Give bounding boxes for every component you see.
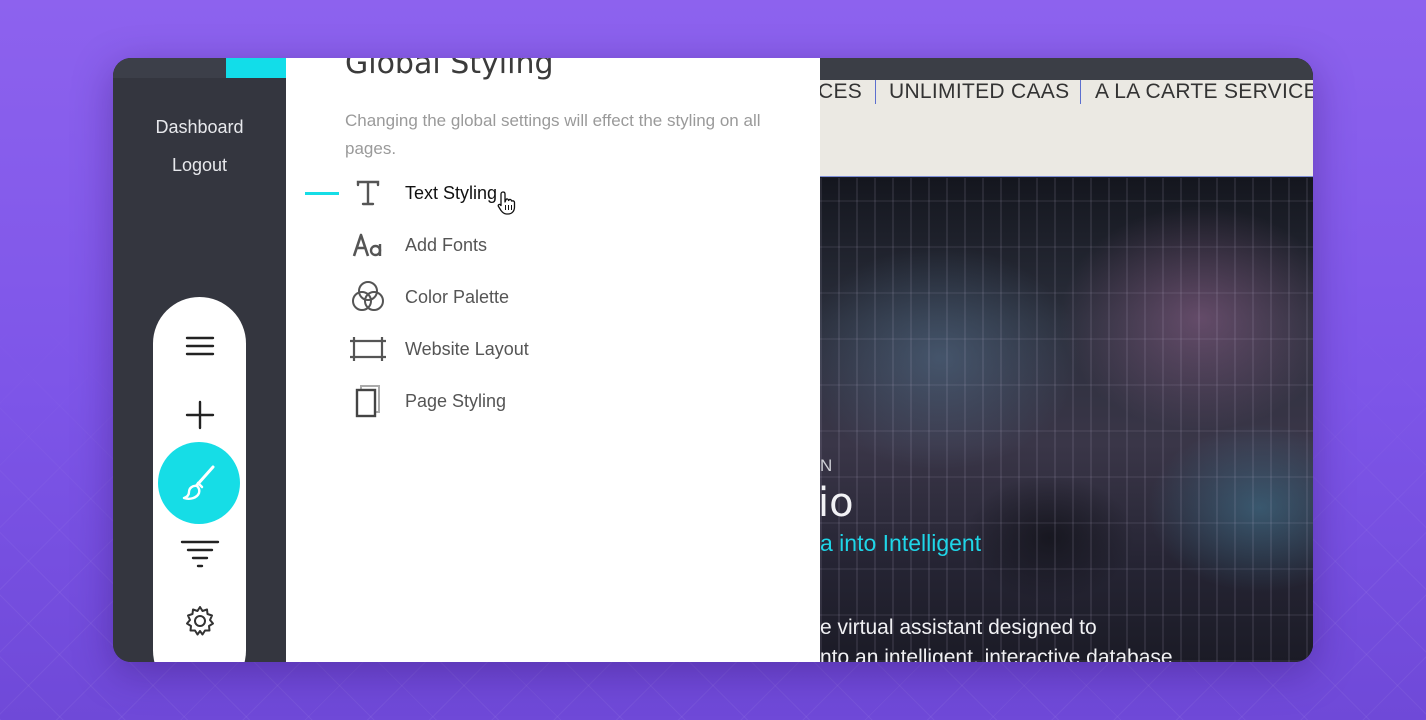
- add-button[interactable]: [153, 398, 246, 432]
- hero-title: io: [820, 480, 854, 526]
- menu-item-label: Page Styling: [405, 390, 507, 411]
- font-aa-icon: [348, 225, 388, 265]
- sidebar-accent-bar: [226, 58, 286, 78]
- filter-button[interactable]: [153, 536, 246, 572]
- hero-body-line-1: e virtual assistant designed to: [820, 616, 1097, 639]
- menu-item-label: Website Layout: [405, 338, 529, 359]
- tool-pill: [153, 297, 246, 662]
- nav-item-a-la-carte[interactable]: A LA CARTE SERVICE: [1095, 80, 1313, 104]
- menu-item-label: Text Styling: [405, 182, 498, 203]
- layout-icon: [348, 329, 388, 369]
- app-window: Dashboard Logout Global Styling Changing…: [113, 58, 1313, 662]
- menu-item-label: Color Palette: [405, 286, 510, 307]
- menu-item-page-styling[interactable]: Page Styling: [286, 379, 820, 423]
- panel-description: Changing the global settings will effect…: [345, 111, 761, 158]
- website-preview: CES UNLIMITED CAAS A LA CARTE SERVICE N …: [820, 58, 1313, 662]
- plus-icon: [185, 400, 214, 430]
- hero-section: N io a into Intelligent e virtual assist…: [820, 178, 1313, 662]
- paintbrush-icon: [182, 465, 215, 500]
- logout-link[interactable]: Logout: [113, 155, 286, 176]
- hero-body-line-2: nto an intelligent, interactive database: [820, 646, 1173, 662]
- hero-eyebrow: N: [820, 456, 834, 475]
- page-icon: [348, 381, 388, 421]
- panel-title: Global Styling: [345, 58, 554, 81]
- menu-button[interactable]: [153, 331, 246, 361]
- filter-icon: [180, 540, 219, 568]
- global-styling-button[interactable]: [158, 442, 240, 524]
- menu-item-website-layout[interactable]: Website Layout: [286, 327, 820, 371]
- site-nav: CES UNLIMITED CAAS A LA CARTE SERVICE: [820, 80, 1313, 177]
- menu-item-color-palette[interactable]: Color Palette: [286, 275, 820, 319]
- active-marker: [305, 191, 339, 195]
- text-icon: [348, 173, 388, 213]
- preview-top-bar: [820, 58, 1313, 80]
- nav-separator: [1080, 80, 1081, 104]
- hamburger-menu-icon: [185, 336, 214, 356]
- hand-pointer-cursor-icon: [497, 191, 516, 215]
- hero-subtitle: a into Intelligent: [820, 530, 982, 556]
- settings-button[interactable]: [153, 603, 246, 639]
- hero-image: [820, 178, 1313, 662]
- nav-item-unlimited-caas[interactable]: UNLIMITED CAAS: [889, 80, 1069, 104]
- color-circles-icon: [348, 277, 388, 317]
- menu-item-text-styling[interactable]: Text Styling: [286, 171, 820, 215]
- dashboard-link[interactable]: Dashboard: [113, 117, 286, 138]
- global-styling-panel: Global Styling Changing the global setti…: [286, 58, 820, 662]
- nav-separator: [875, 80, 876, 104]
- menu-item-add-fonts[interactable]: Add Fonts: [286, 223, 820, 267]
- gear-icon: [185, 606, 214, 636]
- sidebar: Dashboard Logout: [113, 58, 286, 662]
- nav-item-services[interactable]: CES: [820, 80, 862, 104]
- menu-item-label: Add Fonts: [405, 234, 488, 255]
